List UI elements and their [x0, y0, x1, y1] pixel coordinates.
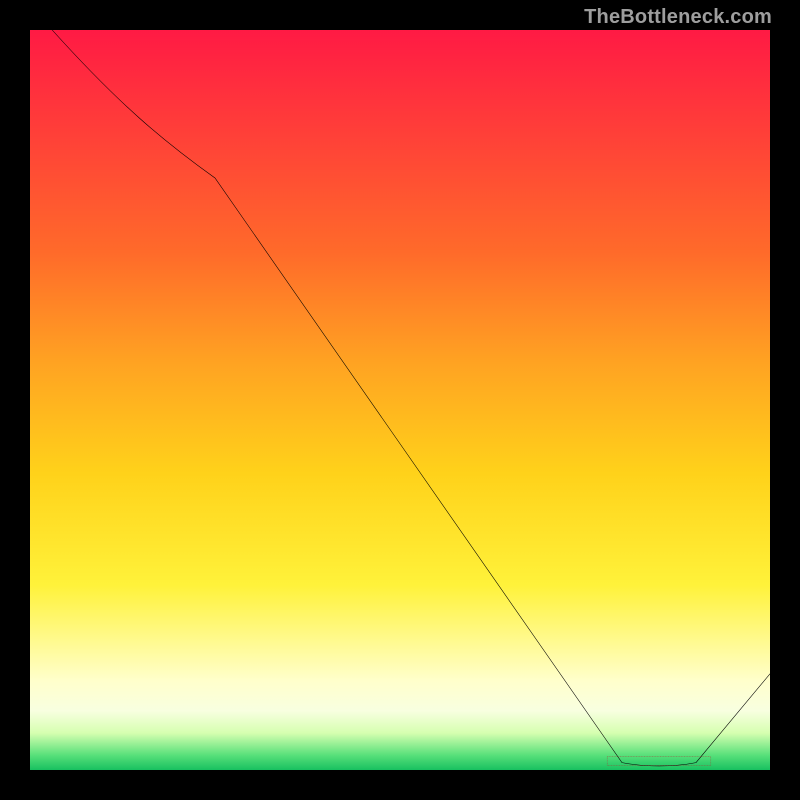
watermark-text: TheBottleneck.com — [584, 6, 772, 29]
plot-area — [30, 30, 770, 770]
chart-frame: TheBottleneck.com — [0, 0, 800, 800]
bottleneck-curve — [52, 30, 770, 766]
curve-svg — [30, 30, 770, 770]
optimum-range-marker — [607, 757, 711, 766]
